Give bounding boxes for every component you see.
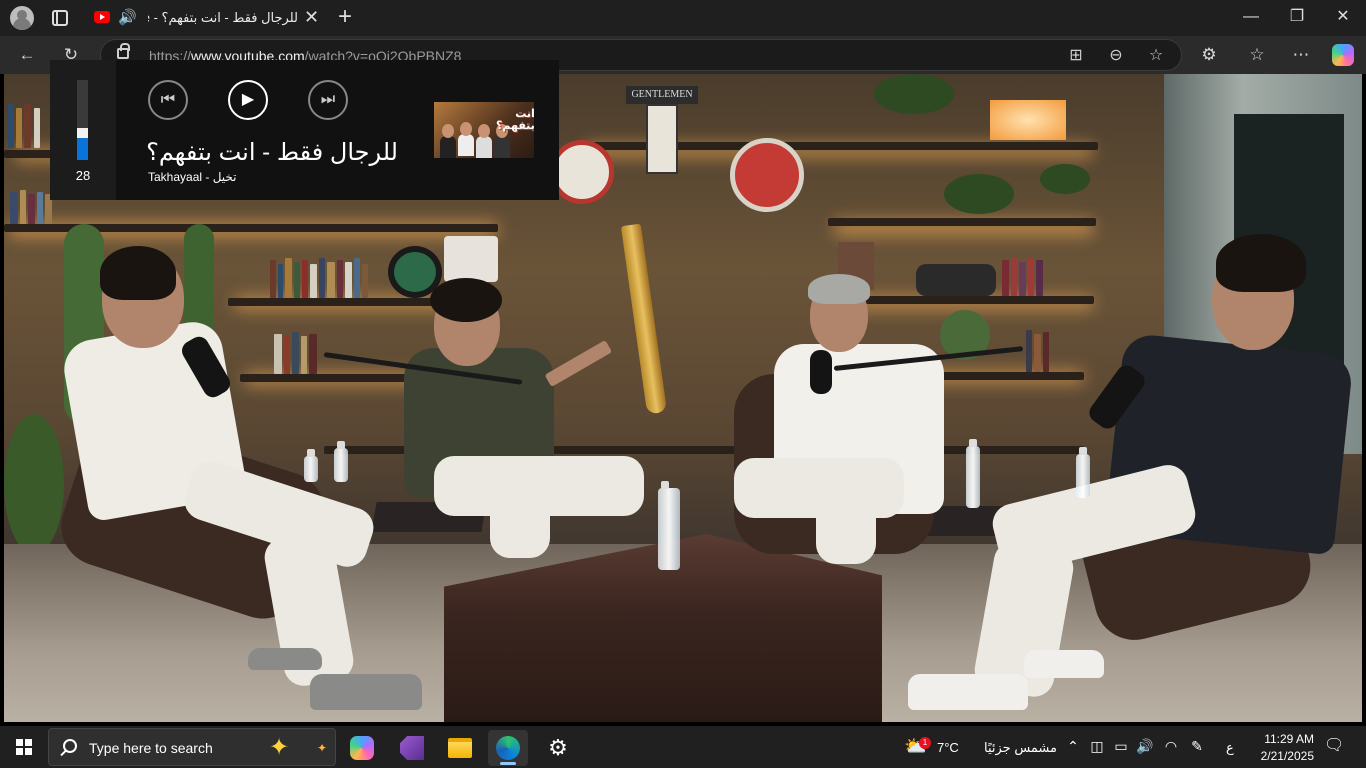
- volume-level-fill: [77, 137, 88, 160]
- start-button[interactable]: [16, 739, 32, 755]
- visual-studio-app-icon[interactable]: [392, 730, 432, 766]
- thumbnail-text: انت بتفهم؟: [496, 108, 534, 132]
- water-bottle: [1076, 447, 1090, 498]
- weather-temperature[interactable]: 7°C: [937, 740, 959, 755]
- favorites-icon[interactable]: ☆: [1246, 45, 1268, 65]
- close-window-button[interactable]: ✕: [1320, 0, 1366, 36]
- show-hidden-icons-icon[interactable]: ⌃: [1064, 738, 1082, 754]
- water-bottle: [334, 441, 348, 482]
- search-icon: [63, 739, 77, 753]
- gentlemen-sign: GENTLEMEN: [626, 86, 698, 104]
- wifi-icon[interactable]: ◠: [1162, 738, 1180, 754]
- profile-avatar[interactable]: [10, 6, 34, 30]
- extensions-icon[interactable]: ⚙: [1198, 45, 1220, 65]
- microphone: [810, 350, 832, 394]
- notifications-icon[interactable]: 🗨: [1324, 738, 1344, 754]
- sneaker: [1024, 650, 1104, 678]
- audio-playing-icon[interactable]: 🔊: [118, 9, 137, 27]
- media-thumbnail[interactable]: انت بتفهم؟: [434, 102, 534, 158]
- person-hair: [808, 274, 870, 304]
- edge-app-icon[interactable]: [488, 730, 528, 766]
- volume-thumb[interactable]: [77, 127, 88, 138]
- previous-track-button[interactable]: ⏮: [148, 80, 188, 120]
- app-available-icon[interactable]: ⊞: [1065, 45, 1087, 67]
- media-artist: Takhayaal - تخيل: [148, 170, 237, 184]
- media-title: للرجال فقط - انت بتفهم؟: [146, 139, 398, 166]
- browser-titlebar: 🔊 للرجال فقط - انت بتفهم؟ - YouTube ✕ + …: [0, 0, 1366, 36]
- more-menu-icon[interactable]: ⋯: [1290, 45, 1312, 65]
- zoom-icon[interactable]: ⊖: [1105, 45, 1127, 67]
- tab-title: للرجال فقط - انت بتفهم؟ - YouTube: [148, 10, 298, 25]
- person-hair: [100, 246, 176, 300]
- clock-date: 2/21/2025: [1260, 749, 1314, 763]
- taskbar: Type here to search ✦ ✦ ⚙ ⛅ 1 7°C مشمس ج…: [0, 726, 1366, 768]
- search-highlight-icon[interactable]: ✦: [269, 733, 289, 762]
- water-bottle: [658, 481, 680, 570]
- person-legs: [490, 474, 550, 558]
- sneaker: [908, 674, 1028, 710]
- volume-slider[interactable]: [77, 80, 88, 160]
- weather-description[interactable]: مشمس جزئيًا: [984, 740, 1057, 756]
- water-bottle: [304, 449, 318, 482]
- tab-youtube[interactable]: 🔊 للرجال فقط - انت بتفهم؟ - YouTube ✕: [86, 0, 326, 36]
- media-control-flyout: 28 ⏮ ▶ ⏭ للرجال فقط - انت بتفهم؟ Takhaya…: [50, 60, 559, 200]
- shelf: [828, 218, 1096, 226]
- sparkle-icon: ✦: [317, 741, 328, 755]
- back-button[interactable]: ←: [16, 45, 38, 65]
- volume-icon[interactable]: 🔊: [1136, 738, 1154, 754]
- restore-button[interactable]: ❐: [1274, 0, 1320, 36]
- volume-panel: 28: [50, 60, 116, 200]
- minimize-button[interactable]: —: [1228, 0, 1274, 36]
- tab-actions-icon[interactable]: [52, 10, 68, 26]
- water-bottle: [966, 439, 980, 508]
- sneaker: [310, 674, 422, 710]
- play-button-award: [444, 236, 498, 282]
- play-button[interactable]: ▶: [228, 80, 268, 120]
- favorite-star-icon[interactable]: ☆: [1145, 45, 1167, 67]
- no-smoking-sign: [730, 138, 804, 212]
- copilot-app-icon[interactable]: [342, 730, 382, 766]
- camera-icon[interactable]: ◫: [1088, 738, 1106, 754]
- pen-icon[interactable]: ✎: [1188, 738, 1206, 754]
- men-sign: [646, 104, 678, 174]
- settings-app-icon[interactable]: ⚙: [538, 730, 578, 766]
- clock[interactable]: 11:29 AM 2/21/2025: [1252, 731, 1314, 765]
- battery-icon[interactable]: ▭: [1112, 738, 1130, 754]
- clock-time: 11:29 AM: [1264, 732, 1314, 746]
- volume-value: 28: [75, 168, 91, 183]
- person-hair: [1216, 234, 1306, 292]
- taskbar-search-box[interactable]: Type here to search ✦ ✦: [48, 728, 336, 766]
- person-legs: [816, 474, 876, 564]
- new-tab-button[interactable]: +: [338, 3, 352, 31]
- media-panel: ⏮ ▶ ⏭ للرجال فقط - انت بتفهم؟ Takhayaal …: [116, 60, 559, 200]
- motorcycle-model: [916, 264, 996, 296]
- file-explorer-app-icon[interactable]: [440, 730, 480, 766]
- person-hair: [430, 278, 502, 322]
- no-camera-sign: [550, 140, 614, 204]
- next-track-button[interactable]: ⏭: [308, 80, 348, 120]
- weather-alert-badge: 1: [919, 737, 931, 749]
- copilot-icon[interactable]: [1332, 44, 1354, 66]
- lock-icon[interactable]: [117, 43, 130, 59]
- lamp-light: [990, 100, 1066, 140]
- search-placeholder: Type here to search: [89, 740, 213, 756]
- sneaker: [248, 648, 322, 670]
- tab-close-button[interactable]: ✕: [304, 8, 319, 26]
- youtube-favicon-icon: [94, 11, 110, 23]
- input-language[interactable]: ع: [1226, 740, 1234, 756]
- shelf: [844, 296, 1094, 304]
